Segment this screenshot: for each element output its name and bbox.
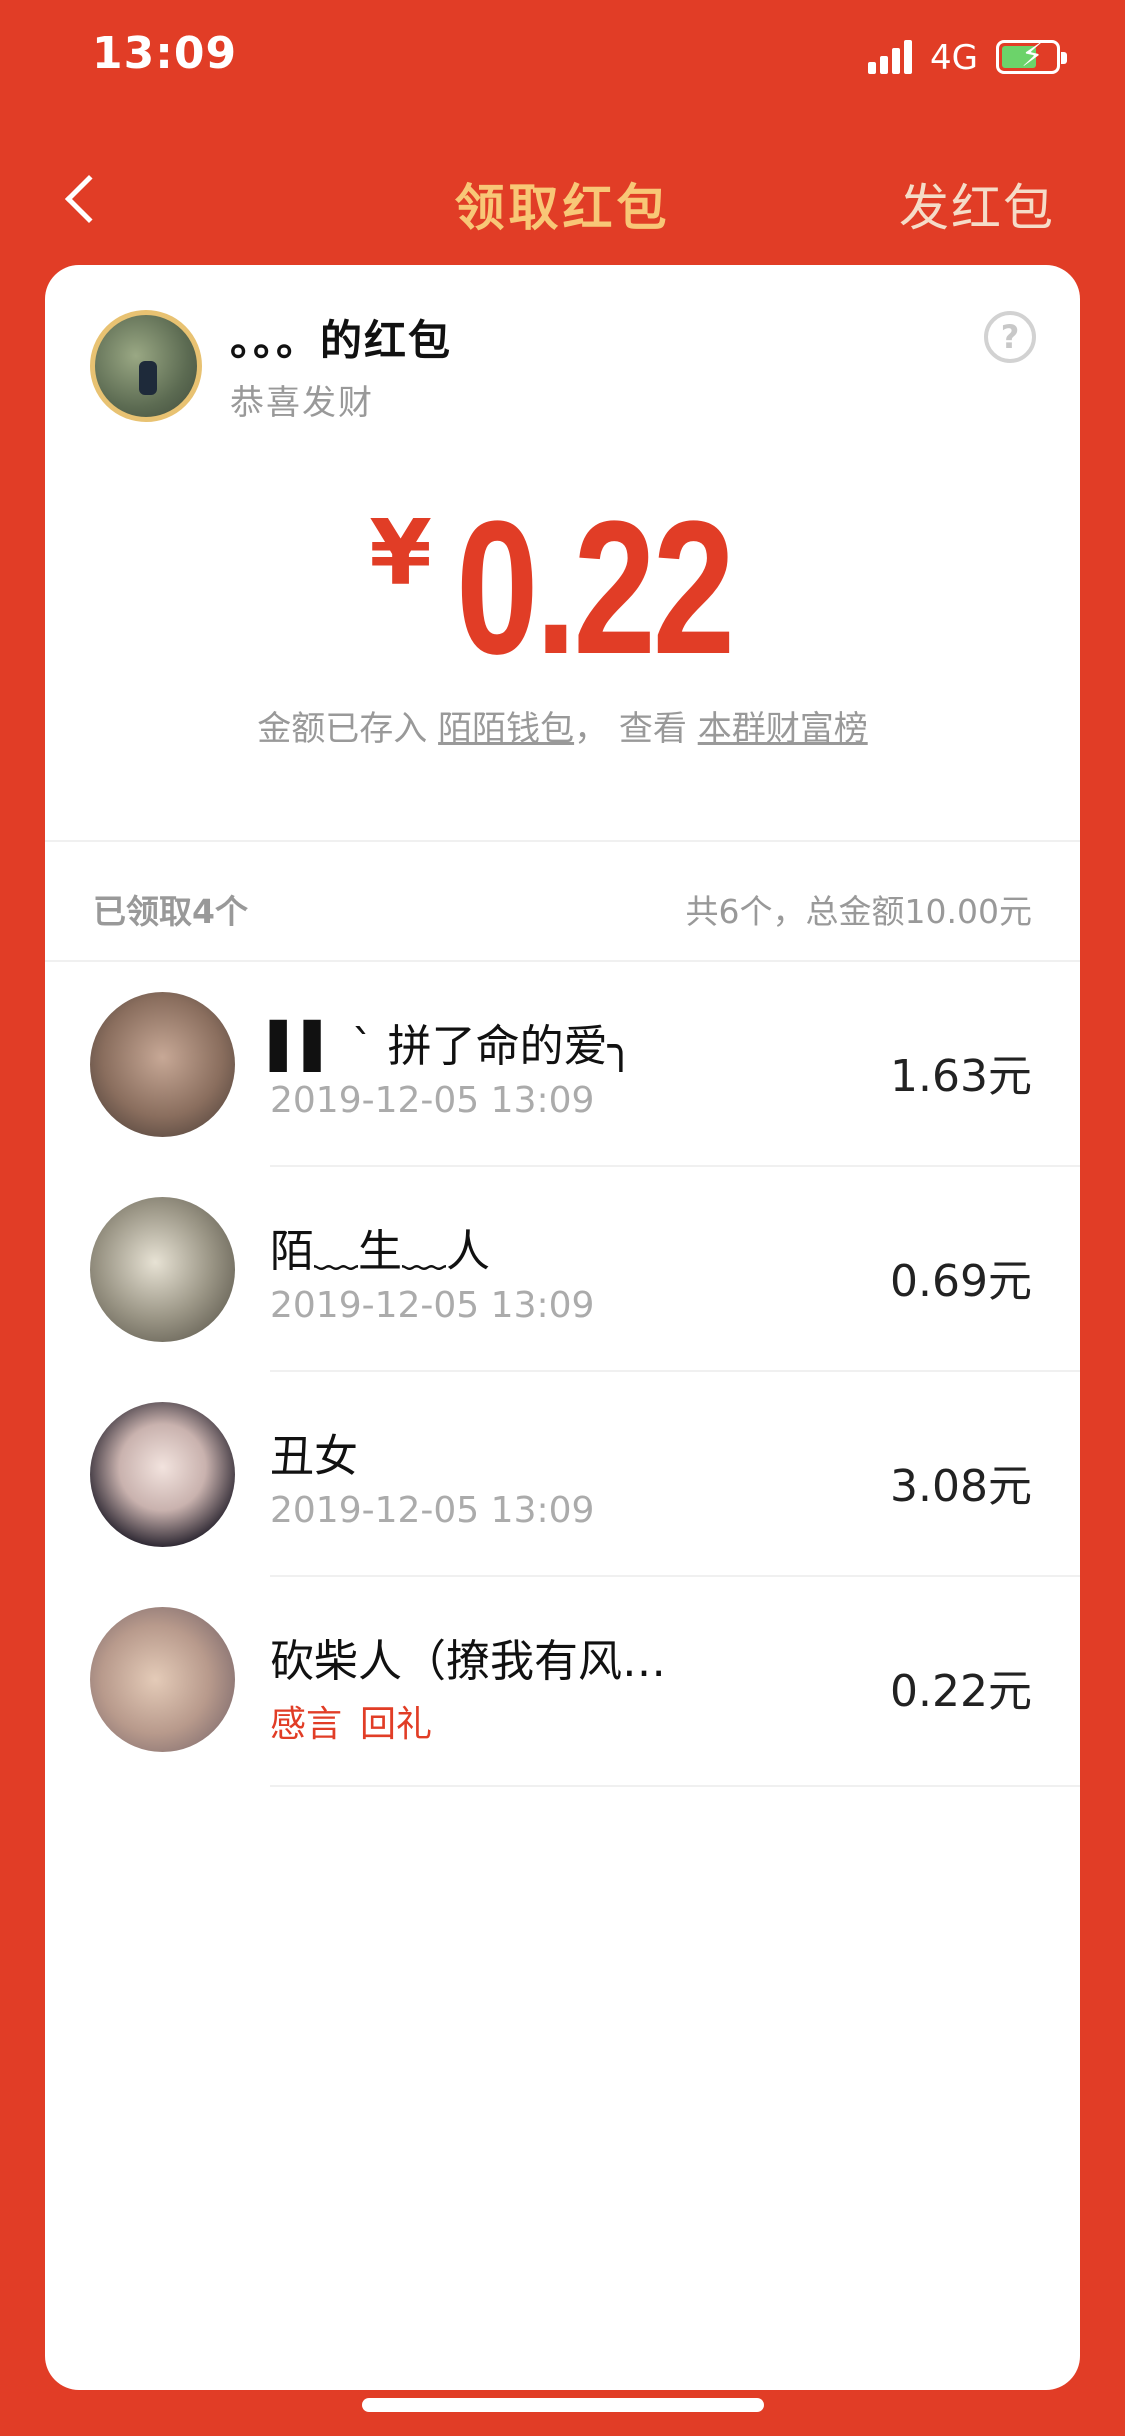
network-type: 4G [930, 38, 978, 78]
list-item[interactable]: 陌﹏生﹏人 2019-12-05 13:09 0.69元 [45, 1167, 1080, 1372]
receive-amount: 0.22元 [890, 1666, 1032, 1717]
receiver-name: 丑女 [270, 1431, 358, 1482]
total-summary: 共6个，总金额10.00元 [685, 892, 1032, 931]
avatar[interactable] [90, 1607, 235, 1752]
receiver-actions: 感言 回礼 [270, 1695, 450, 1747]
deposit-prefix: 金额已存入 [257, 709, 428, 749]
packet-message: 恭喜发财 [230, 383, 374, 423]
list-item[interactable]: 砍柴人（撩我有风… 感言 回礼 0.22元 [45, 1577, 1080, 1787]
receiver-name: 陌﹏生﹏人 [270, 1226, 490, 1277]
home-indicator[interactable] [362, 2398, 764, 2412]
sender-avatar[interactable] [90, 310, 202, 422]
avatar[interactable] [90, 992, 235, 1137]
red-packet-card: 。。。的红包 恭喜发财 ? ¥0.22 金额已存入 陌陌钱包， 查看 本群财富榜… [45, 265, 1080, 2390]
amount-display: ¥0.22 [45, 493, 1080, 683]
divider [45, 840, 1080, 842]
currency-symbol: ¥ [369, 501, 432, 606]
thanks-link[interactable]: 感言 [270, 1704, 342, 1745]
return-gift-link[interactable]: 回礼 [360, 1704, 432, 1745]
list-item[interactable]: ▌▌ ˋ 拼了命的爱╮ 2019-12-05 13:09 1.63元 [45, 962, 1080, 1167]
list-item[interactable]: 丑女 2019-12-05 13:09 3.08元 [45, 1372, 1080, 1577]
receiver-name: ▌▌ ˋ 拼了命的爱╮ [270, 1021, 635, 1072]
receive-time: 2019-12-05 13:09 [270, 1285, 595, 1326]
receive-amount: 1.63元 [890, 1051, 1032, 1102]
receive-time: 2019-12-05 13:09 [270, 1080, 595, 1121]
send-red-packet-button[interactable]: 发红包 [899, 168, 1055, 240]
received-count: 已领取4个 [93, 892, 248, 931]
status-time: 13:09 [92, 28, 238, 79]
receive-amount: 3.08元 [890, 1461, 1032, 1512]
signal-icon [868, 40, 916, 74]
wallet-link[interactable]: 陌陌钱包 [438, 709, 574, 749]
nav-bar: 领取红包 发红包 [0, 150, 1125, 250]
help-icon[interactable]: ? [984, 311, 1036, 363]
avatar[interactable] [90, 1197, 235, 1342]
status-bar: 13:09 4G ⚡ [0, 0, 1125, 120]
avatar[interactable] [90, 1402, 235, 1547]
wealth-rank-link[interactable]: 本群财富榜 [698, 709, 868, 749]
battery-icon: ⚡ [996, 39, 1067, 74]
receive-time: 2019-12-05 13:09 [270, 1490, 595, 1531]
deposit-mid: ， 查看 [574, 709, 687, 749]
divider [270, 1785, 1080, 1787]
receiver-name: 砍柴人（撩我有风… [270, 1636, 666, 1687]
deposit-note: 金额已存入 陌陌钱包， 查看 本群财富榜 [45, 701, 1080, 750]
amount-value: 0.22 [455, 482, 735, 694]
receive-amount: 0.69元 [890, 1256, 1032, 1307]
sender-title: 。。。的红包 [230, 316, 453, 365]
